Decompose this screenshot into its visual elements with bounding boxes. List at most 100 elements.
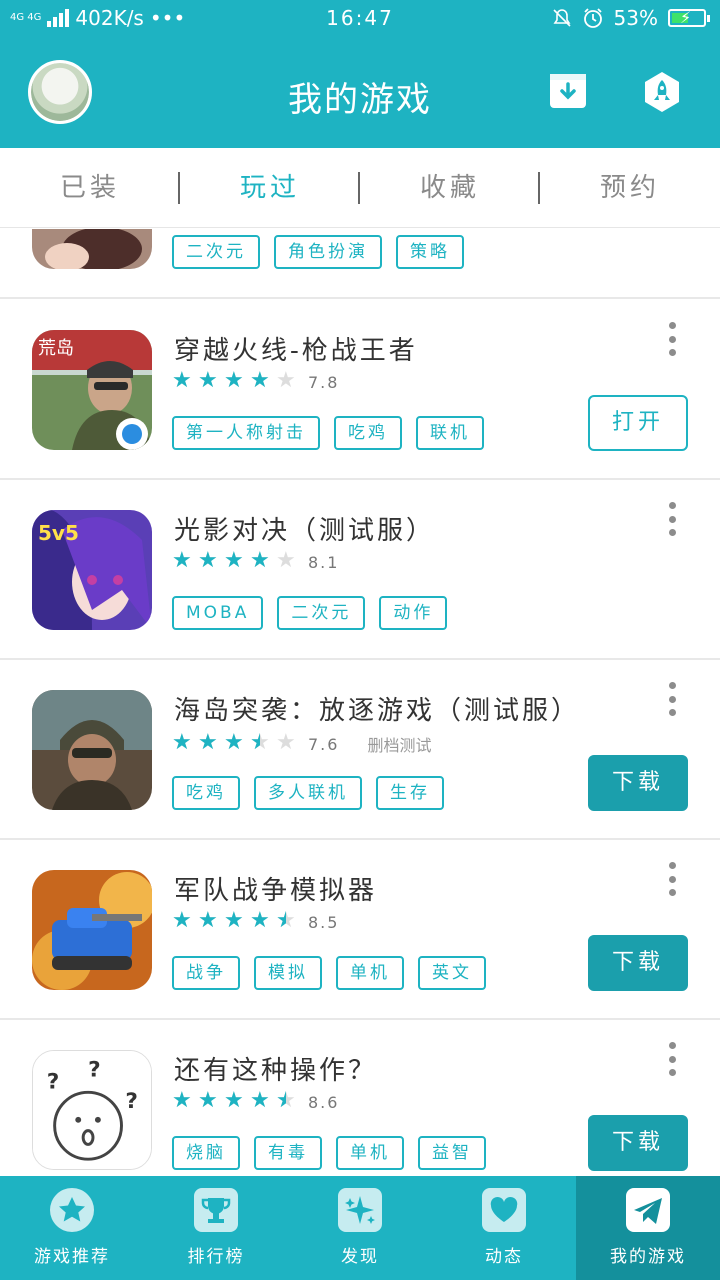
game-icon[interactable]: [32, 229, 152, 269]
download-manager-button[interactable]: [548, 70, 588, 114]
star-icon: [50, 1188, 94, 1232]
tag[interactable]: 动作: [379, 596, 448, 630]
tag[interactable]: 生存: [376, 776, 444, 810]
star-icon: ★★: [250, 730, 270, 755]
speed-up-button[interactable]: [642, 70, 682, 114]
rating: ★★★★★★★★★★ 7.6 删档测试: [172, 732, 431, 756]
star-icon: ★★: [250, 368, 270, 393]
star-rating: ★★★★★★★★★★: [172, 1088, 296, 1113]
open-button[interactable]: 打开: [588, 395, 688, 451]
more-options-icon[interactable]: [664, 502, 680, 536]
game-list[interactable]: 二次元 角色扮演 策略 荒岛 穿越火线-枪战王者 ★★★★★★★★★★ 7.8: [0, 229, 720, 1176]
tag[interactable]: 策略: [396, 235, 464, 269]
tag-list: MOBA 二次元 动作: [172, 596, 448, 630]
game-name[interactable]: 还有这种操作？: [174, 1050, 377, 1087]
score: 8.1: [308, 552, 340, 572]
tag[interactable]: 模拟: [254, 956, 322, 990]
nav-ranking[interactable]: 排行榜: [144, 1176, 288, 1280]
game-name[interactable]: 海岛突袭：放逐游戏（测试服）: [174, 690, 580, 727]
nav-label: 动态: [485, 1247, 523, 1267]
game-name[interactable]: 军队战争模拟器: [174, 870, 377, 907]
page-title: 我的游戏: [288, 80, 432, 120]
tag[interactable]: 单机: [336, 956, 404, 990]
tag[interactable]: 吃鸡: [172, 776, 240, 810]
tag[interactable]: 二次元: [172, 235, 260, 269]
download-button[interactable]: 下载: [588, 1115, 688, 1171]
svg-text:?: ?: [88, 1058, 101, 1083]
svg-text:5v5: 5v5: [38, 521, 79, 545]
tag-list: 第一人称射击 吃鸡 联机: [172, 416, 484, 450]
more-options-icon[interactable]: [664, 1042, 680, 1076]
tag[interactable]: 英文: [418, 956, 486, 990]
game-row[interactable]: 军队战争模拟器 ★ ★ ★ ★ ★ ★ ★ ★ ★ ★ 8.5 战争 模拟 单机 英文 下载: [0, 840, 720, 1020]
tab-installed[interactable]: 已装: [0, 148, 180, 228]
game-row[interactable]: 二次元 角色扮演 策略: [0, 229, 720, 299]
tab-reservations[interactable]: 预约: [540, 148, 720, 228]
download-box-icon: [550, 74, 586, 108]
star-icon: ★★: [276, 548, 296, 573]
more-options-icon[interactable]: [664, 682, 680, 716]
star-icon: ★★: [172, 1088, 192, 1113]
more-options-icon[interactable]: [664, 862, 680, 896]
mute-bell-icon: [552, 9, 571, 27]
game-icon[interactable]: [32, 870, 152, 990]
tag[interactable]: 二次元: [277, 596, 366, 630]
tag-list: 烧脑 有毒 单机 益智: [172, 1136, 486, 1170]
star-icon: ★★: [172, 548, 192, 573]
nav-recommended[interactable]: 游戏推荐: [0, 1176, 144, 1280]
star-icon: ★★: [224, 548, 244, 573]
test-note: 删档测试: [367, 736, 432, 755]
svg-text:?: ?: [125, 1089, 138, 1114]
star-rating: ★★★★★★★★★★: [172, 908, 296, 933]
star-icon: ★★: [198, 730, 218, 755]
star-icon: ★★: [276, 730, 296, 755]
tag[interactable]: 烧脑: [172, 1136, 240, 1170]
tag-list: 战争 模拟 单机 英文: [172, 956, 486, 990]
score: 8.5: [308, 912, 340, 932]
game-name[interactable]: 光影对决（测试服）: [174, 510, 435, 547]
tag[interactable]: 单机: [336, 1136, 404, 1170]
tag[interactable]: 联机: [416, 416, 484, 450]
battery-percent: 53%: [613, 6, 658, 30]
tag[interactable]: MOBA: [172, 596, 264, 630]
game-icon[interactable]: [32, 690, 152, 810]
game-icon[interactable]: 荒岛: [32, 330, 152, 450]
tag[interactable]: 益智: [418, 1136, 486, 1170]
nav-label: 游戏推荐: [34, 1247, 110, 1267]
more-options-icon[interactable]: [664, 322, 680, 356]
star-icon: ★★: [276, 908, 296, 933]
status-bar: 4G 4G 402K/s ••• 16:47 53% ⚡: [0, 0, 720, 36]
nav-activity[interactable]: 动态: [432, 1176, 576, 1280]
game-row[interactable]: ? ? ? 还有这种操作？ ★ ★ ★ ★ ★ ★ ★ ★ ★ ★ 8.6 烧脑 有毒 单机 益智…: [0, 1020, 720, 1176]
game-row[interactable]: 5v5 光影对决（测试服） ★★★★★★★★★★ 8.1 MOBA 二次元 动作: [0, 480, 720, 660]
nav-discover[interactable]: 发现: [288, 1176, 432, 1280]
star-icon: ★★: [276, 368, 296, 393]
tag[interactable]: 战争: [172, 956, 240, 990]
game-name[interactable]: 穿越火线-枪战王者: [174, 330, 418, 367]
rating: ★★★★★★★★★★ 8.1: [172, 548, 340, 573]
tag[interactable]: 角色扮演: [274, 235, 382, 269]
tab-played[interactable]: 玩过: [180, 148, 360, 228]
game-icon[interactable]: 5v5: [32, 510, 152, 630]
download-button[interactable]: 下载: [588, 935, 688, 991]
star-icon: ★★: [172, 368, 192, 393]
star-icon: ★★: [172, 730, 192, 755]
sparkle-icon: [338, 1188, 382, 1232]
star-icon: ★★: [250, 548, 270, 573]
nav-my-games[interactable]: 我的游戏: [576, 1176, 720, 1280]
tag[interactable]: 第一人称射击: [172, 416, 320, 450]
game-row[interactable]: 海岛突袭：放逐游戏（测试服） ★★★★★★★★★★ 7.6 删档测试 吃鸡 多人…: [0, 660, 720, 840]
star-rating: ★★★★★★★★★★: [172, 548, 296, 573]
nav-label: 排行榜: [187, 1247, 245, 1267]
rating: ★ ★ ★ ★ ★ ★ ★ ★ ★ ★ 8.5: [172, 908, 340, 933]
tab-favorites[interactable]: 收藏: [360, 148, 540, 228]
game-row[interactable]: 荒岛 穿越火线-枪战王者 ★★★★★★★★★★ 7.8 第一人称射击 吃鸡 联机…: [0, 300, 720, 480]
nav-label: 我的游戏: [610, 1247, 686, 1267]
heart-icon: [482, 1188, 526, 1232]
download-button[interactable]: 下载: [588, 755, 688, 811]
game-icon[interactable]: ? ? ?: [32, 1050, 152, 1170]
tag[interactable]: 有毒: [254, 1136, 322, 1170]
tag[interactable]: 多人联机: [254, 776, 362, 810]
tag[interactable]: 吃鸡: [334, 416, 402, 450]
star-icon: ★★: [198, 368, 218, 393]
